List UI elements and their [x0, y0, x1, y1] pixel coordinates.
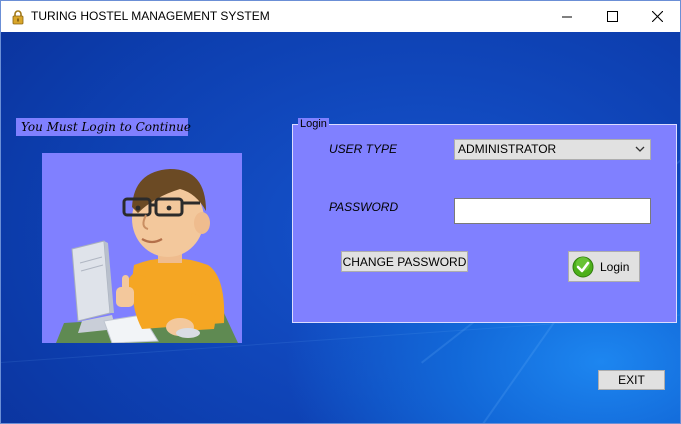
- maximize-icon: [606, 11, 618, 22]
- close-button[interactable]: [634, 1, 680, 32]
- close-icon: [651, 11, 663, 22]
- window-title: TURING HOSTEL MANAGEMENT SYSTEM: [31, 9, 270, 23]
- login-button-label: Login: [600, 259, 630, 274]
- exit-button[interactable]: EXIT: [598, 370, 665, 390]
- login-groupbox-legend: Login: [298, 118, 329, 130]
- minimize-icon: [562, 16, 572, 17]
- app-window: TURING HOSTEL MANAGEMENT SYSTEM You Must…: [0, 0, 681, 424]
- user-type-label: USER TYPE: [329, 142, 398, 156]
- app-lock-icon: [10, 9, 26, 25]
- chevron-down-icon[interactable]: [634, 141, 646, 164]
- login-button[interactable]: Login: [568, 251, 640, 282]
- checkmark-icon: [572, 256, 594, 278]
- minimize-button[interactable]: [544, 1, 590, 32]
- user-type-dropdown[interactable]: ADMINISTRATOR: [454, 139, 651, 160]
- user-type-selected-value: ADMINISTRATOR: [458, 142, 557, 156]
- change-password-button[interactable]: CHANGE PASSWORD: [341, 251, 468, 272]
- form-background: You Must Login to Continue Login USER TY…: [1, 32, 680, 423]
- title-bar[interactable]: TURING HOSTEL MANAGEMENT SYSTEM: [1, 1, 680, 32]
- password-label: PASSWORD: [329, 200, 399, 214]
- password-input[interactable]: [454, 198, 651, 224]
- login-prompt-label: You Must Login to Continue: [16, 118, 191, 136]
- maximize-button[interactable]: [589, 1, 635, 32]
- user-illustration: [42, 153, 242, 343]
